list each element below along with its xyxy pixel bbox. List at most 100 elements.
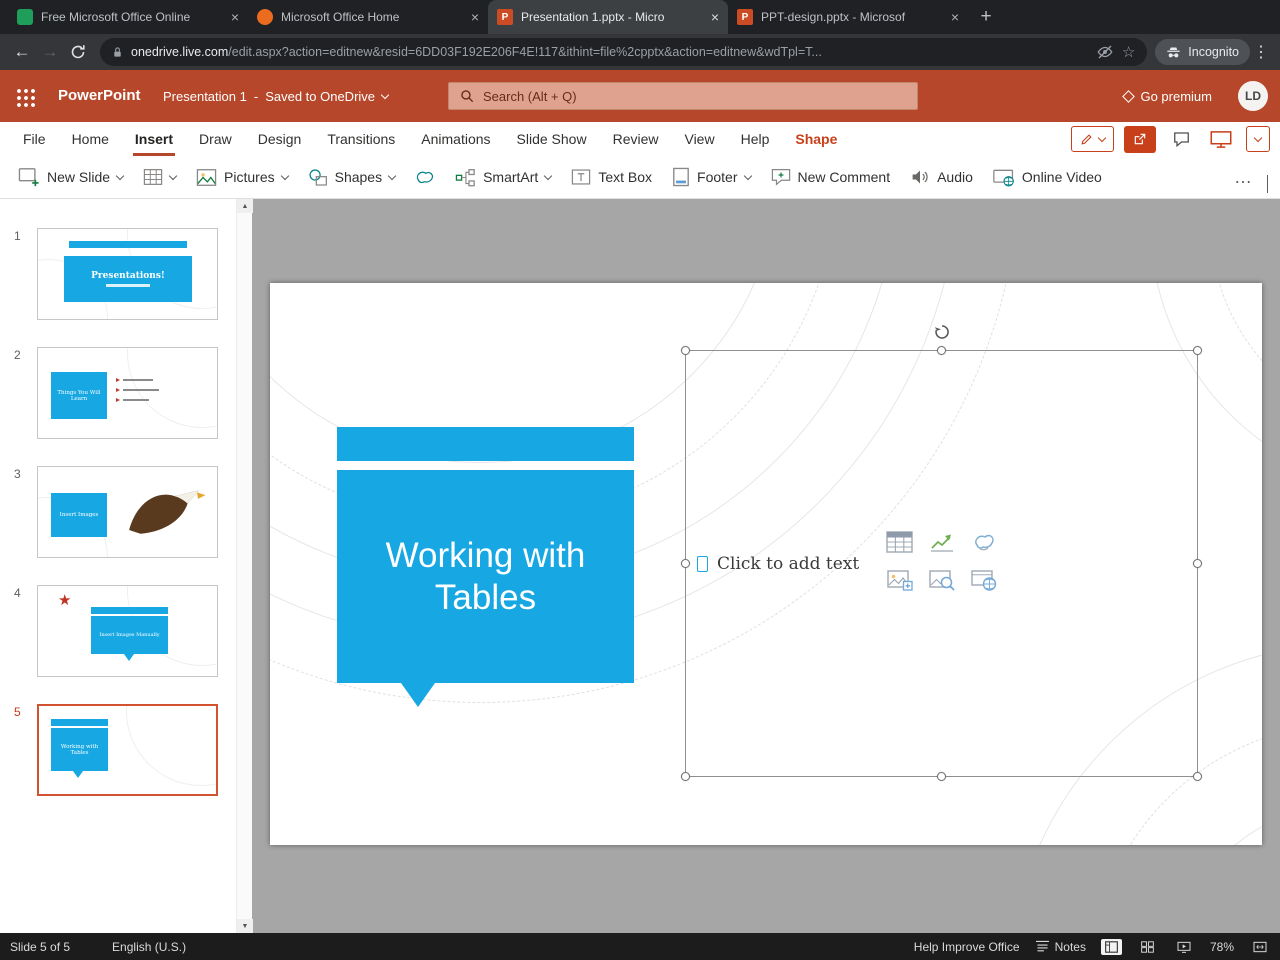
browser-menu-icon[interactable]: ⋮	[1250, 42, 1272, 62]
app-launcher-waffle-icon[interactable]	[14, 86, 35, 107]
present-options-button[interactable]	[1246, 126, 1270, 152]
insert-online-picture-icon[interactable]	[928, 569, 955, 596]
normal-view-button[interactable]	[1100, 938, 1122, 955]
resize-handle-top-right[interactable]	[1193, 346, 1202, 355]
online-video-button[interactable]: Online Video	[983, 161, 1112, 193]
menu-animations[interactable]: Animations	[408, 122, 503, 156]
browser-tab-office-online[interactable]: Free Microsoft Office Online ×	[8, 0, 248, 34]
scroll-up-button[interactable]: ▲	[237, 199, 253, 213]
resize-handle-top-left[interactable]	[681, 346, 690, 355]
pictures-button[interactable]: Pictures	[186, 161, 298, 193]
footer-button[interactable]: Footer	[662, 161, 760, 193]
menu-home[interactable]: Home	[59, 122, 122, 156]
menu-draw[interactable]: Draw	[186, 122, 245, 156]
search-input[interactable]: Search (Alt + Q)	[448, 82, 918, 110]
back-button[interactable]: ←	[8, 38, 36, 66]
slide-sorter-view-button[interactable]	[1137, 939, 1158, 955]
new-comment-button[interactable]: New Comment	[761, 161, 901, 193]
collapse-ribbon-button[interactable]	[1267, 175, 1268, 193]
placeholder-prompt-text[interactable]: Click to add text	[717, 554, 859, 574]
menu-transitions[interactable]: Transitions	[314, 122, 408, 156]
thumbnail-row-1: 1 Presentations!	[0, 228, 236, 324]
eye-blocked-icon[interactable]	[1096, 45, 1114, 59]
saved-status[interactable]: Saved to OneDrive	[265, 89, 375, 104]
slideshow-view-button[interactable]	[1173, 939, 1195, 955]
chevron-down-icon	[1253, 133, 1263, 142]
tab-close-icon[interactable]: ×	[471, 10, 479, 24]
smartart-button[interactable]: SmartArt	[445, 161, 561, 193]
menu-review[interactable]: Review	[600, 122, 672, 156]
insert-table-icon[interactable]	[886, 531, 913, 558]
new-slide-button[interactable]: New Slide	[8, 161, 133, 193]
insert-table-button[interactable]	[133, 161, 186, 193]
new-tab-button[interactable]: +	[972, 3, 1000, 31]
browser-tab-office-home[interactable]: Microsoft Office Home ×	[248, 0, 488, 34]
slide-canvas[interactable]: Working with Tables Click to add text	[270, 283, 1262, 845]
tab-close-icon[interactable]: ×	[951, 10, 959, 24]
content-placeholder-selected[interactable]: Click to add text	[681, 325, 1202, 781]
menu-help[interactable]: Help	[728, 122, 783, 156]
bookmark-star-icon[interactable]: ☆	[1122, 43, 1135, 61]
address-bar[interactable]: onedrive.live.com/edit.aspx?action=editn…	[100, 38, 1148, 66]
resize-handle-left[interactable]	[681, 559, 690, 568]
resize-handle-bottom-left[interactable]	[681, 772, 690, 781]
insert-picture-icon[interactable]	[886, 569, 913, 596]
thumbnail-scrollbar[interactable]: ▲ ▼	[236, 199, 253, 933]
reload-button[interactable]	[64, 38, 92, 66]
decor-arc	[126, 706, 216, 786]
title-callout-shape[interactable]: Working with Tables	[337, 470, 634, 683]
audio-button[interactable]: Audio	[900, 161, 983, 193]
comments-button[interactable]	[1166, 126, 1196, 153]
browser-tab-ppt-design[interactable]: P PPT-design.pptx - Microsof ×	[728, 0, 968, 34]
title-accent-bar[interactable]	[337, 427, 634, 461]
slide-thumbnail-2[interactable]: Things You Will Learn	[37, 347, 218, 439]
language-indicator[interactable]: English (U.S.)	[112, 940, 186, 954]
editing-mode-button[interactable]	[1071, 126, 1114, 152]
slide-title-text[interactable]: Working with Tables	[349, 535, 622, 618]
resize-handle-bottom[interactable]	[937, 772, 946, 781]
ribbon-overflow-button[interactable]: …	[1214, 167, 1272, 188]
menu-insert-active[interactable]: Insert	[122, 122, 186, 156]
shapes-button[interactable]: Shapes	[298, 161, 405, 193]
normal-view-icon	[1105, 940, 1118, 953]
account-avatar[interactable]: LD	[1238, 81, 1268, 111]
browser-tab-presentation1-active[interactable]: P Presentation 1.pptx - Micro ×	[488, 0, 728, 34]
document-info[interactable]: Presentation 1 - Saved to OneDrive	[163, 70, 390, 122]
insert-chart-icon[interactable]	[929, 531, 955, 558]
slide-count-indicator[interactable]: Slide 5 of 5	[10, 940, 70, 954]
present-button[interactable]	[1206, 126, 1236, 153]
document-title[interactable]: Presentation 1	[163, 89, 247, 104]
menu-design[interactable]: Design	[245, 122, 315, 156]
share-button[interactable]	[1124, 125, 1156, 153]
scroll-down-button[interactable]: ▼	[237, 919, 253, 933]
thumb-title-bar	[91, 607, 168, 614]
slide-thumbnail-4[interactable]: ★ Insert Images Manually	[37, 585, 218, 677]
resize-handle-bottom-right[interactable]	[1193, 772, 1202, 781]
fit-slide-button[interactable]	[1249, 939, 1271, 955]
app-name[interactable]: PowerPoint	[58, 87, 141, 104]
menu-view[interactable]: View	[671, 122, 727, 156]
resize-handle-right[interactable]	[1193, 559, 1202, 568]
tab-close-icon[interactable]: ×	[231, 10, 239, 24]
go-premium-button[interactable]: Go premium	[1122, 70, 1212, 122]
help-improve-office-link[interactable]: Help Improve Office	[914, 940, 1020, 954]
placeholder-prompt[interactable]: Click to add text	[697, 554, 859, 574]
insert-video-icon[interactable]	[970, 569, 997, 596]
notes-toggle[interactable]: Notes	[1035, 940, 1086, 954]
menu-shape-contextual[interactable]: Shape	[782, 122, 850, 156]
menu-slideshow[interactable]: Slide Show	[504, 122, 600, 156]
slide-thumbnail-1[interactable]: Presentations!	[37, 228, 218, 320]
slide-thumbnail-5-selected[interactable]: Working with Tables	[37, 704, 218, 796]
menu-file[interactable]: File	[10, 122, 59, 156]
icons-button[interactable]	[405, 161, 445, 193]
tab-close-icon[interactable]: ×	[711, 10, 719, 24]
resize-handle-top[interactable]	[937, 346, 946, 355]
chevron-down-icon[interactable]	[380, 90, 390, 99]
slide-thumbnail-3[interactable]: Insert Images	[37, 466, 218, 558]
screen: Free Microsoft Office Online × Microsoft…	[0, 0, 1280, 960]
insert-icons-icon[interactable]	[972, 531, 996, 558]
thumb-title-bar	[51, 719, 108, 726]
text-box-button[interactable]: Text Box	[561, 161, 662, 193]
zoom-level[interactable]: 78%	[1210, 940, 1234, 954]
rotate-handle[interactable]	[934, 324, 950, 340]
